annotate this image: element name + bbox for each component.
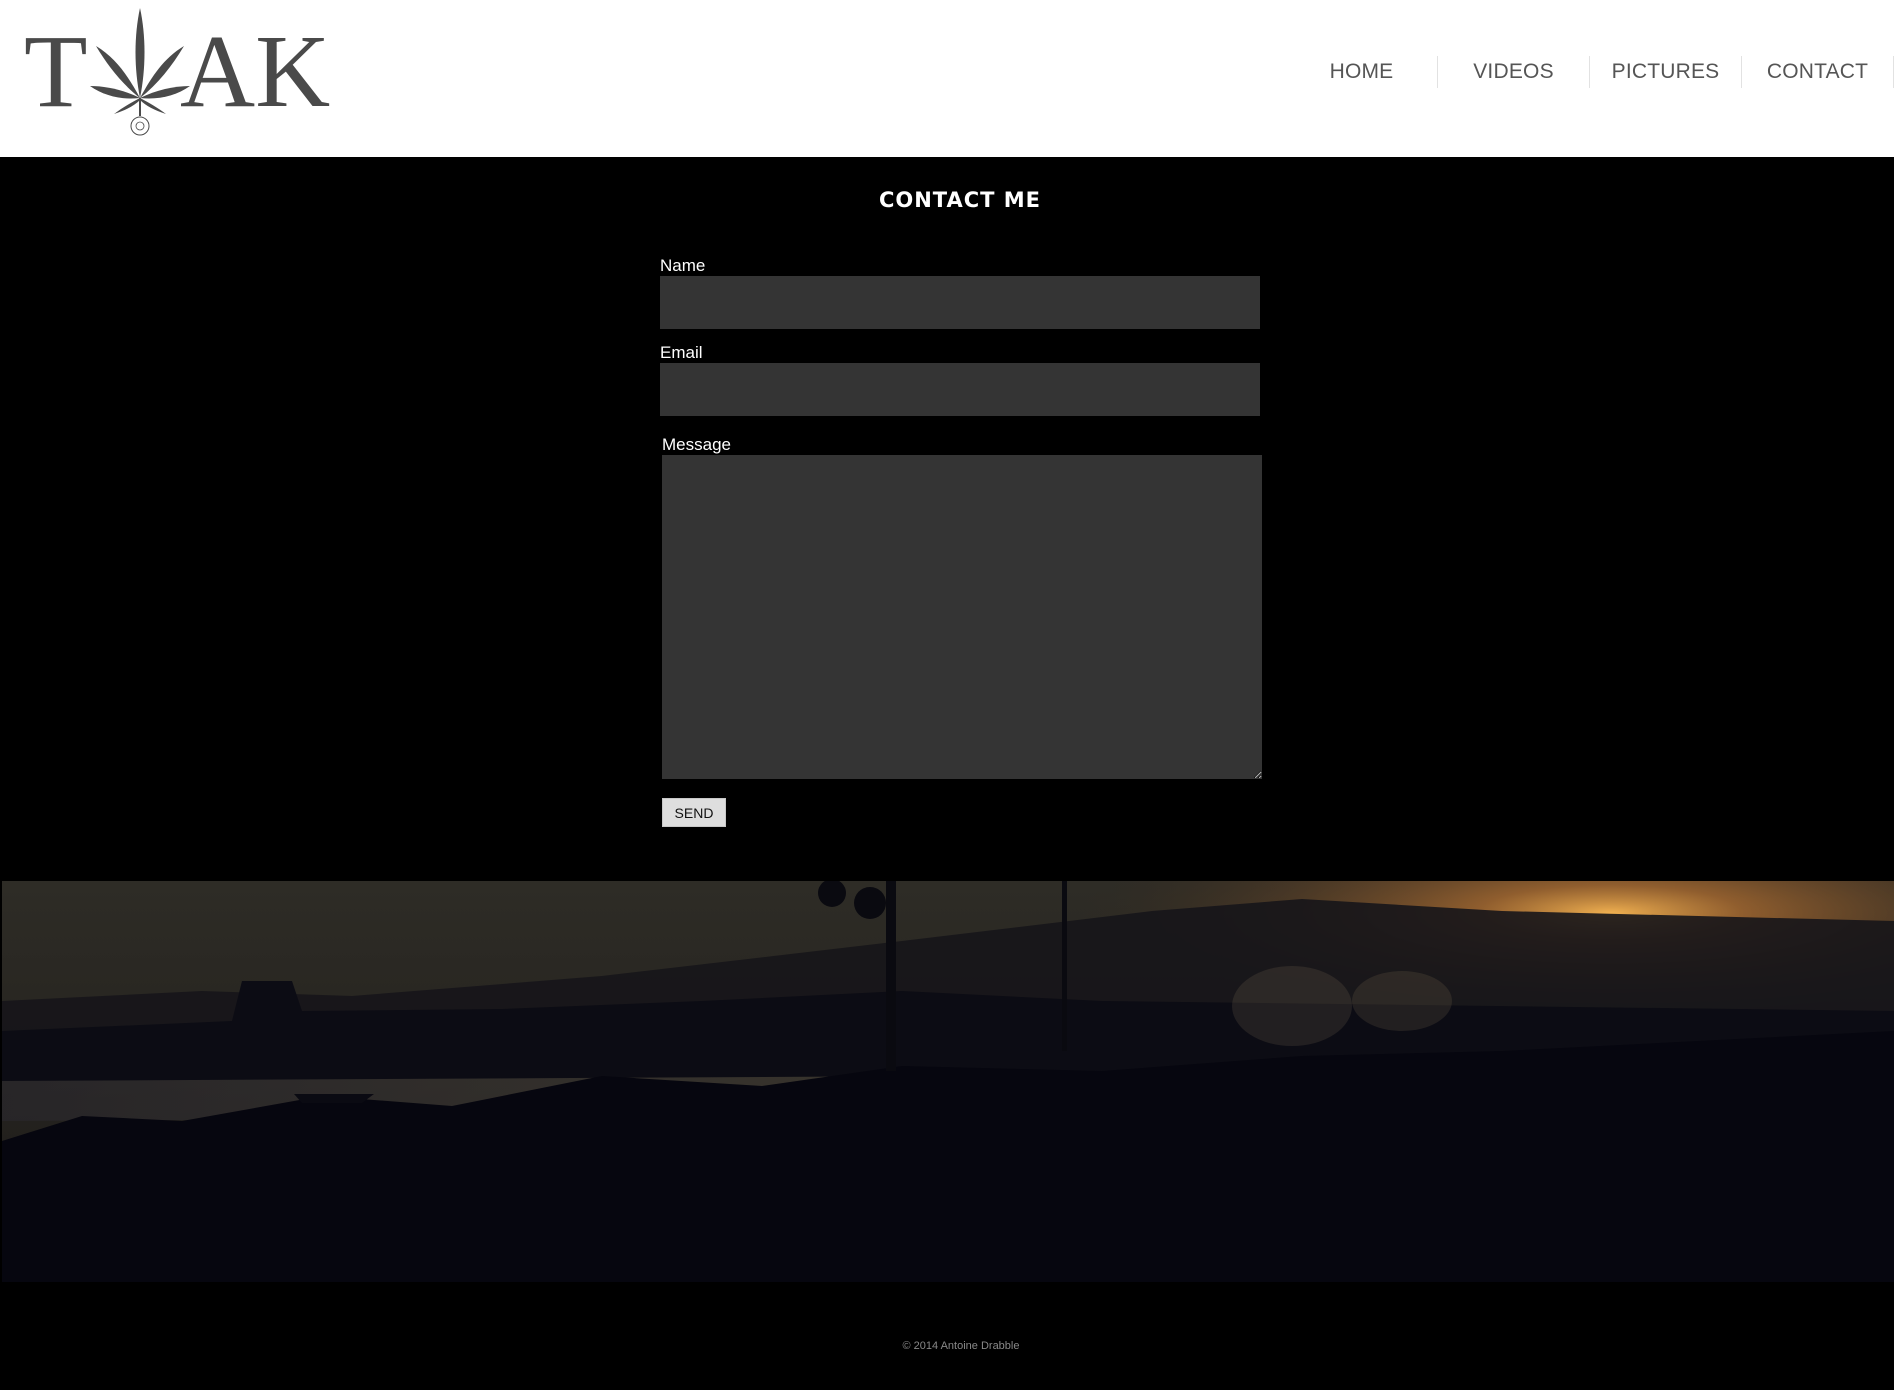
message-label: Message	[662, 435, 731, 454]
logo-ring-icon	[130, 116, 150, 136]
page-title: CONTACT ME	[878, 188, 1042, 212]
copyright-text: © 2014 Antoine Drabble	[902, 1340, 1020, 1352]
nav-home-label: HOME	[1329, 60, 1394, 83]
site-footer: © 2014 Antoine Drabble	[0, 1282, 1894, 1390]
site-header: T AK HOME VIDEOS PICTURES CONTACT	[0, 0, 1894, 157]
nav-item-videos[interactable]: VIDEOS	[1438, 56, 1590, 88]
nav-item-pictures[interactable]: PICTURES	[1590, 56, 1742, 88]
send-button[interactable]: SEND	[662, 798, 726, 827]
name-field[interactable]	[660, 276, 1260, 329]
nav-item-contact[interactable]: CONTACT	[1742, 56, 1894, 88]
sunset-lake-photo	[2, 881, 1894, 1282]
cannabis-leaf-icon	[90, 8, 190, 116]
logo-text-right: AK	[180, 14, 330, 129]
name-label: Name	[660, 256, 706, 275]
nav-contact-label: CONTACT	[1766, 60, 1869, 83]
contact-section: CONTACT ME Name Email Message SEND	[0, 157, 1894, 881]
nav-pictures-label: PICTURES	[1611, 60, 1720, 83]
logo-text-left: T	[24, 14, 88, 129]
email-field[interactable]	[660, 363, 1260, 416]
nav-videos-label: VIDEOS	[1473, 60, 1554, 83]
message-textarea[interactable]	[662, 455, 1262, 779]
main-nav: HOME VIDEOS PICTURES CONTACT	[1286, 56, 1894, 88]
nav-item-home[interactable]: HOME	[1286, 56, 1438, 88]
site-logo[interactable]: T AK	[24, 6, 344, 142]
email-label: Email	[660, 343, 703, 362]
